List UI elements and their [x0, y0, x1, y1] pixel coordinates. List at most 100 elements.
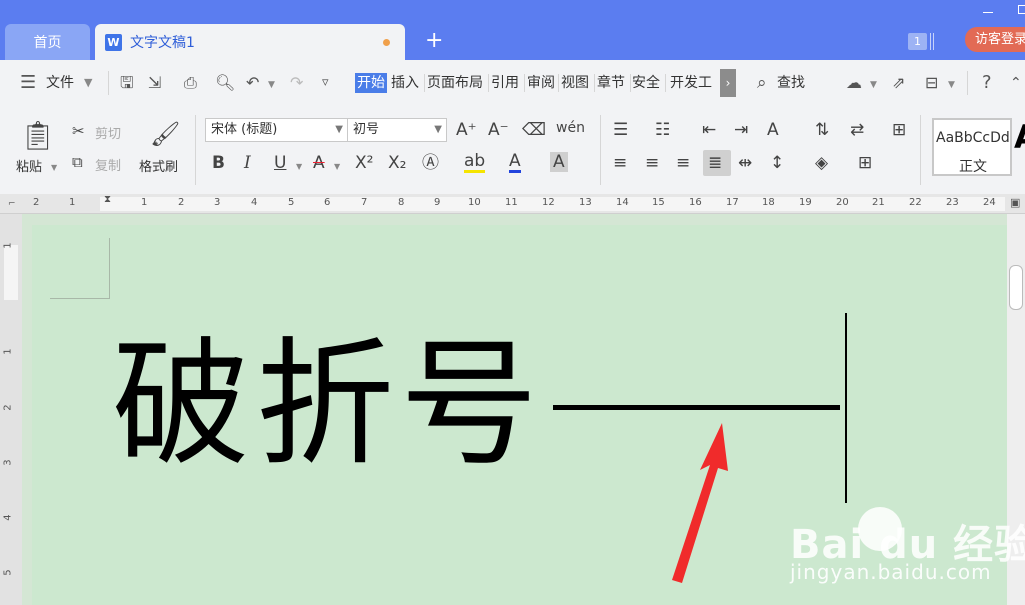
ruler-tick: 2 [178, 197, 185, 208]
tab-review[interactable]: 审阅 [527, 73, 555, 93]
ruler-toggle-icon[interactable]: ▣ [1010, 196, 1020, 209]
customize-toolbar-icon[interactable]: ▿ [322, 73, 329, 93]
style-sample-text: AaBbCcDd [936, 130, 1010, 146]
style-normal[interactable]: AaBbCcDd 正文 [932, 118, 1012, 176]
copy-button[interactable]: 复制 [95, 155, 121, 174]
highlight-icon[interactable]: ab [464, 153, 486, 173]
clear-format-icon[interactable]: ⌫ [522, 120, 546, 140]
paste-dropdown-icon[interactable]: ▼ [51, 158, 57, 178]
tab-developer[interactable]: 开发工 [670, 73, 718, 93]
add-tab-button[interactable]: + [425, 28, 443, 54]
print-preview-icon[interactable]: 🔍︎ [215, 73, 235, 93]
underline-dropdown-icon[interactable]: ▼ [296, 157, 302, 177]
find-button[interactable]: 查找 [777, 73, 805, 93]
watermark-url: jingyan.baidu.com [790, 560, 992, 584]
subscript-icon[interactable]: X₂ [388, 153, 406, 173]
export-icon[interactable]: ⇲ [148, 73, 161, 93]
tab-home[interactable]: 首页 [5, 24, 90, 60]
italic-icon[interactable]: I [244, 153, 251, 173]
sort-icon[interactable]: ⇅ [815, 120, 829, 140]
tab-references[interactable]: 引用 [491, 73, 519, 93]
text-direction-icon[interactable]: A [767, 120, 779, 140]
phonetic-guide-icon[interactable]: wén [556, 118, 585, 138]
file-menu[interactable]: 文件 [46, 73, 74, 93]
comment-dropdown-icon[interactable]: ▼ [948, 75, 955, 95]
borders-icon[interactable]: ⊞ [858, 153, 872, 173]
tab-page-layout[interactable]: 页面布局 [427, 73, 483, 93]
tab-insert[interactable]: 插入 [391, 73, 419, 93]
tab-chapter[interactable]: 章节 [597, 73, 625, 93]
document-body-text[interactable]: 破折号 [112, 330, 544, 480]
search-icon[interactable]: ⌕ [757, 73, 767, 93]
character-shading-icon[interactable]: A [550, 152, 568, 172]
tab-security[interactable]: 安全 [632, 73, 660, 93]
copy-icon[interactable]: ⧉ [72, 152, 83, 172]
em-dash-text[interactable] [553, 405, 840, 410]
ribbon-divider [920, 115, 921, 185]
increase-font-size-icon[interactable]: A⁺ [456, 120, 477, 140]
font-size-select[interactable]: 初号 ▼ [347, 118, 447, 142]
comment-icon[interactable]: ⊟ [925, 73, 938, 93]
tab-start[interactable]: 开始 [355, 73, 387, 93]
decrease-indent-icon[interactable]: ⇤ [702, 120, 716, 140]
paste-button[interactable]: 粘贴 [16, 156, 42, 175]
underline-icon[interactable]: U [274, 153, 286, 173]
tab-divider [424, 74, 425, 92]
minimize-icon[interactable] [983, 12, 993, 13]
cut-button[interactable]: 剪切 [95, 123, 121, 142]
undo-icon[interactable]: ↶ [246, 73, 259, 93]
chevron-down-icon: ▼ [434, 124, 442, 135]
indent-marker-icon[interactable]: ⧗ [104, 194, 111, 205]
font-color-icon[interactable]: A [509, 153, 521, 173]
hamburger-menu-icon[interactable]: ☰ [20, 73, 36, 93]
maximize-icon[interactable] [1018, 5, 1025, 14]
redo-icon[interactable]: ↷ [290, 73, 303, 93]
bold-icon[interactable]: B [212, 153, 225, 173]
collapse-ribbon-icon[interactable]: ⌃ [1010, 73, 1022, 93]
ruler-tick: 2 [2, 404, 14, 411]
ruler-tick: 12 [542, 197, 555, 208]
print-icon[interactable]: ⎙ [184, 73, 197, 93]
line-spacing-list-icon[interactable]: ⇄ [850, 120, 864, 140]
window-count-badge[interactable]: 1 [908, 33, 927, 50]
superscript-icon[interactable]: X² [355, 153, 373, 173]
paste-icon[interactable]: 📋︎ [20, 120, 56, 152]
align-left-icon[interactable]: ≡ [613, 153, 627, 173]
scrollbar-thumb[interactable] [1009, 265, 1023, 310]
help-icon[interactable]: ? [982, 73, 992, 93]
undo-dropdown-icon[interactable]: ▼ [268, 75, 275, 95]
text-effect-icon[interactable]: Ⓐ [422, 153, 439, 173]
strikethrough-icon[interactable]: A [313, 153, 325, 173]
ruler-tick: 1 [2, 242, 14, 249]
cut-icon[interactable]: ✂ [72, 121, 85, 141]
justify-icon[interactable]: ≣ [708, 153, 722, 173]
more-tabs-button[interactable]: › [720, 69, 736, 97]
bullet-list-icon[interactable]: ☰ [613, 120, 628, 140]
guest-login-button[interactable]: 访客登录 [965, 27, 1025, 52]
cloud-sync-icon[interactable]: ☁ [846, 73, 862, 93]
format-painter-button[interactable]: 格式刷 [139, 156, 178, 175]
format-painter-icon[interactable]: 🖌︎ [150, 120, 180, 148]
window-switcher-icon[interactable] [930, 33, 936, 50]
distributed-align-icon[interactable]: ⇹ [738, 153, 752, 173]
style-next-preview[interactable]: A [1014, 118, 1025, 156]
font-name-select[interactable]: 宋体 (标题) ▼ [205, 118, 348, 142]
ruler-tick: 7 [361, 197, 368, 208]
ruler-tick: 6 [324, 197, 331, 208]
align-right-icon[interactable]: ≡ [676, 153, 690, 173]
tab-view[interactable]: 视图 [561, 73, 589, 93]
decrease-font-size-icon[interactable]: A⁻ [488, 120, 509, 140]
increase-indent-icon[interactable]: ⇥ [734, 120, 748, 140]
tab-stop-icon[interactable]: ⌐ [8, 199, 16, 209]
table-border-icon[interactable]: ⊞ [892, 120, 906, 140]
shading-icon[interactable]: ◈ [815, 153, 828, 173]
line-spacing-icon[interactable]: ↕ [770, 153, 784, 173]
strikethrough-dropdown-icon[interactable]: ▼ [334, 157, 340, 177]
save-icon[interactable]: 🖫 [120, 73, 134, 93]
chevron-down-icon[interactable]: ▼ [84, 73, 92, 93]
align-center-icon[interactable]: ≡ [645, 153, 659, 173]
cloud-dropdown-icon[interactable]: ▼ [870, 75, 877, 95]
numbered-list-icon[interactable]: ☷ [655, 120, 670, 140]
tab-document[interactable]: W 文字文稿1 [95, 24, 405, 60]
share-icon[interactable]: ⇗ [892, 73, 905, 93]
